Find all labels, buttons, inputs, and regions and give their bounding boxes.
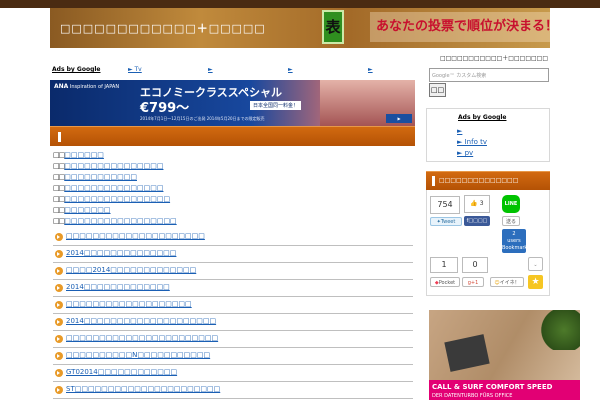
gplus-count: 0 (462, 257, 488, 273)
device-graphic (444, 334, 490, 372)
tweet-count: 754 (430, 196, 460, 214)
gplus-button[interactable]: g+1 (462, 277, 484, 287)
list-item[interactable]: GT02014□□□□□□□□□□□□ (53, 365, 413, 382)
section-heading-bar (50, 126, 415, 146)
ad-link-4[interactable]: ► (368, 66, 373, 73)
site-title[interactable]: □□□□□□□□□□□□＋□□□□□ (60, 20, 266, 36)
heading-pip (432, 176, 435, 186)
list-item[interactable]: □□□□2014□□□□□□□□□□□□□ (53, 263, 413, 280)
toc-item[interactable]: □□□□□□□□□□□□□□□□□ (53, 162, 163, 172)
search-placeholder: Google™ カスタム検索 (432, 73, 487, 79)
list-item[interactable]: □□□□□□□□□□□□□□□□□□□ (53, 297, 413, 314)
list-item[interactable]: 2014□□□□□□□□□□□□□□ (53, 246, 413, 263)
chevron-down-icon[interactable]: ⌄ (528, 257, 543, 271)
plant-graphic (539, 310, 580, 350)
arrow-bullet-icon (55, 335, 63, 343)
toc-item[interactable]: □□□□□□□□ (53, 151, 104, 161)
breadcrumb[interactable]: □□□□□□□□□□□＋□□□□□□□ (440, 53, 548, 62)
arrow-bullet-icon (55, 233, 63, 241)
banner-tag: 日本全国同一料金！ (250, 101, 302, 110)
thumbs-up-icon: 👍 (470, 200, 478, 207)
banner-price: €799～ (140, 101, 190, 116)
ana-ad-banner[interactable]: ANA Inspiration of JAPAN エコノミークラススペシャル €… (50, 80, 415, 126)
toc-item[interactable]: □□□□□□□□□□□□□□□□□□□ (53, 217, 177, 227)
like-count-box: 👍 3 (464, 195, 490, 213)
heading-pip (58, 132, 61, 142)
top-strip (0, 0, 600, 8)
pocket-button[interactable]: ◆Pocket (430, 277, 460, 287)
arrow-bullet-icon (55, 352, 63, 360)
toc-item[interactable]: □□□□□□□□□□□□□ (53, 173, 137, 183)
hatena-bookmark-button[interactable]: 2 users Bookmark (502, 229, 528, 253)
ad-headline: CALL & SURF COMFORT SPEED (432, 383, 553, 391)
hatena-label: Bookmark (502, 245, 528, 251)
site-header-banner[interactable]: □□□□□□□□□□□□＋□□□□□ 表 あなたの投票で順位が決まる！ (50, 8, 550, 48)
toc-item[interactable]: □□□□□□□□□□□□□□□□□□ (53, 195, 170, 205)
sidebar-ad-link-info-tv[interactable]: ► Info tv (457, 138, 487, 146)
list-item[interactable]: 2014□□□□□□□□□□□□□□□□□□□□ (53, 314, 413, 331)
list-item[interactable]: 2014□□□□□□□□□□□□□ (53, 280, 413, 297)
arrow-bullet-icon (55, 267, 63, 275)
list-item[interactable]: □□□□□□□□□□□□□□□□□□□□□ (53, 229, 413, 246)
hatena-users: users (507, 238, 521, 244)
arrow-bullet-icon (55, 318, 63, 326)
hatena-count: 2 (512, 231, 516, 237)
banner-fine-print: 2014年7月1日～12月15日のご出発 2014年5月20日までの限定販売 (140, 116, 265, 121)
ad-subline: DER DATENTURBO FÜRS OFFICE (432, 393, 513, 399)
pocket-count: 1 (430, 257, 458, 273)
sidebar-ads-label[interactable]: Ads by Google (458, 114, 506, 121)
tweet-button[interactable]: ✦Tweet (430, 217, 462, 226)
ad-links-bar: Ads by Google ► Tv ► ► ► (50, 65, 415, 75)
sidebar-ad-link-pv[interactable]: ► pv (457, 149, 473, 157)
list-item[interactable]: ST□□□□□□□□□□□□□□□□□□□□□□ (53, 382, 413, 399)
header-badge: 表 (322, 10, 344, 44)
telekom-ad-image[interactable]: CALL & SURF COMFORT SPEED DER DATENTURBO… (429, 310, 580, 400)
vote-tagline: あなたの投票で順位が決まる！ (370, 12, 550, 42)
arrow-bullet-icon (55, 386, 63, 394)
ad-link-2[interactable]: ► (208, 66, 213, 73)
search-input[interactable]: Google™ カスタム検索 (429, 68, 549, 82)
ads-by-google-label[interactable]: Ads by Google (52, 66, 100, 73)
toc-item[interactable]: □□□□□□□□□□□□□□□□□ (53, 184, 163, 194)
banner-cta-button[interactable]: ▶ (386, 114, 412, 123)
line-send-label[interactable]: 送る (502, 216, 520, 226)
list-item[interactable]: □□□□□□□□□□□□□□□□□□□□□□□ (53, 331, 413, 348)
sidebar-ads-box: Ads by Google ► ► Info tv ► pv (426, 108, 550, 162)
share-heading-bar: □□□□□□□□□□□□□□ (426, 171, 550, 190)
star-icon[interactable]: ★ (528, 275, 543, 289)
search-button[interactable]: □□ (429, 83, 446, 97)
arrow-bullet-icon (55, 369, 63, 377)
sidebar-ad-link[interactable]: ► (457, 127, 462, 135)
arrow-bullet-icon (55, 284, 63, 292)
line-button[interactable]: LINE (502, 195, 520, 213)
ad-link-tv[interactable]: ► Tv (128, 66, 142, 73)
list-item[interactable]: □□□□□□□□□□N□□□□□□□□□□□ (53, 348, 413, 365)
ad-link-3[interactable]: ► (288, 66, 293, 73)
arrow-bullet-icon (55, 301, 63, 309)
arrow-bullet-icon (55, 250, 63, 258)
iine-button[interactable]: ☺イイネ！ (490, 277, 524, 287)
share-heading: □□□□□□□□□□□□□□ (439, 177, 519, 184)
toc-item[interactable]: □□□□□□□□□ (53, 206, 111, 216)
facebook-like-button[interactable]: f□□□□ (464, 216, 490, 226)
ana-brand: ANA Inspiration of JAPAN (54, 83, 120, 90)
